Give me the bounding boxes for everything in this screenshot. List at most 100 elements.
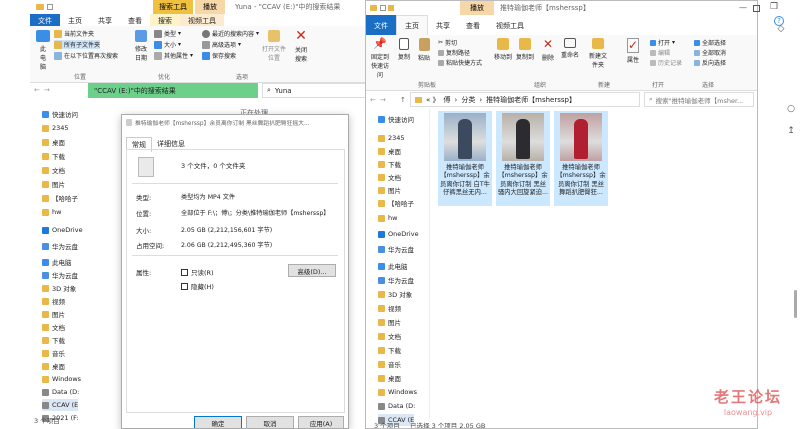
nav-item[interactable]: 图片: [42, 178, 65, 190]
cut-button[interactable]: ✂ 剪切: [438, 38, 457, 47]
file-item[interactable]: 推特瑜伽老师【msherssp】余员离你订制 白T牛仔裤黑丝无内...: [438, 111, 492, 206]
nav-item[interactable]: 快速访问: [378, 113, 414, 125]
sidebar-pin-icon[interactable]: ↥: [786, 126, 796, 136]
nav-item[interactable]: 视频: [42, 295, 65, 307]
nav-item[interactable]: 下载: [378, 344, 401, 356]
file-item[interactable]: 推特瑜伽老师【msherssp】余员离你订制 黑丝舞蹈扒肥臀狂...: [554, 111, 608, 206]
copy-to-button[interactable]: 复制到: [516, 38, 534, 61]
breadcrumb[interactable]: « 》 傅 › 分类 › 推特瑜伽老师【msherssp】: [410, 92, 640, 107]
nav-item[interactable]: 视频: [378, 302, 401, 314]
nav-item[interactable]: 桌面: [378, 372, 401, 384]
delete-button[interactable]: ✕ 删除: [542, 38, 554, 63]
tab-home[interactable]: 主页: [396, 15, 428, 35]
tab-video-tools[interactable]: 视频工具: [488, 15, 532, 35]
nav-item[interactable]: 图片: [42, 308, 65, 320]
invert-selection-button[interactable]: 反向选择: [694, 58, 726, 67]
computer-button[interactable]: 此电脑: [36, 30, 50, 71]
nav-item[interactable]: Data (D:: [42, 386, 79, 398]
tab-search[interactable]: 搜索: [150, 14, 180, 26]
advanced-options-button[interactable]: 高级选项 ▾: [202, 40, 241, 49]
paste-shortcut-button[interactable]: 粘贴快捷方式: [438, 58, 482, 67]
qat-icon[interactable]: [47, 4, 53, 10]
breadcrumb-item[interactable]: 傅: [444, 95, 451, 105]
edit-button[interactable]: 编辑: [650, 48, 670, 57]
nav-back-icon[interactable]: ←: [370, 96, 376, 104]
nav-item[interactable]: 【哈哈子: [378, 197, 414, 209]
nav-item[interactable]: 桌面: [42, 136, 65, 148]
nav-item[interactable]: 文档: [378, 171, 401, 183]
nav-forward-icon[interactable]: →: [380, 96, 386, 104]
ok-button[interactable]: 确定: [194, 416, 242, 428]
nav-item[interactable]: 此电脑: [42, 256, 72, 268]
tab-file[interactable]: 文件: [30, 14, 60, 26]
minimize-icon[interactable]: —: [739, 3, 747, 12]
nav-item[interactable]: 3D 对象: [378, 288, 412, 300]
sidebar-doc-icon[interactable]: ❐: [769, 2, 779, 12]
tab-file[interactable]: 文件: [366, 15, 396, 35]
recent-searches-button[interactable]: 最近的搜索内容 ▾: [202, 29, 259, 38]
properties-button[interactable]: ✓ 属性: [627, 38, 640, 64]
type-button[interactable]: 类型 ▾: [154, 29, 181, 38]
move-to-button[interactable]: 移动到: [494, 38, 512, 61]
open-button[interactable]: 打开 ▾: [650, 38, 675, 47]
breadcrumb-item[interactable]: 推特瑜伽老师【msherssp】: [486, 95, 576, 105]
qat-icon[interactable]: [388, 5, 394, 11]
search-box[interactable]: ⌕ 搜索"推特瑜伽老师【msher...: [644, 92, 754, 107]
nav-item[interactable]: Windows: [42, 373, 81, 385]
nav-item[interactable]: 音乐: [42, 347, 65, 359]
qat-icon[interactable]: [380, 5, 386, 11]
nav-item[interactable]: 华为云盘: [378, 243, 414, 255]
nav-item[interactable]: 华为云盘: [378, 274, 414, 286]
nav-back-icon[interactable]: ←: [34, 86, 40, 94]
nav-item[interactable]: 图片: [378, 316, 401, 328]
rename-button[interactable]: 重命名: [561, 38, 579, 59]
tab-home[interactable]: 主页: [60, 14, 90, 26]
hidden-checkbox[interactable]: 隐藏(H): [181, 281, 214, 291]
nav-item[interactable]: 【哈哈子: [42, 192, 78, 204]
tab-video-tools[interactable]: 视频工具: [180, 14, 224, 26]
nav-item[interactable]: 文档: [42, 164, 65, 176]
nav-up-icon[interactable]: ↑: [400, 96, 406, 104]
search-box[interactable]: ⌕ Yuna: [262, 83, 368, 98]
sidebar-copy-icon[interactable]: ◇: [776, 24, 786, 34]
nav-item[interactable]: 2345: [378, 132, 405, 144]
date-modified-button[interactable]: 修改日期: [134, 30, 148, 62]
size-button[interactable]: 大小 ▾: [154, 40, 181, 49]
close-search-button[interactable]: ✕ 关闭搜索: [294, 29, 308, 63]
copy-button[interactable]: 复制: [398, 38, 410, 61]
nav-item[interactable]: 图片: [378, 184, 401, 196]
nav-item[interactable]: Windows: [378, 386, 417, 398]
nav-item[interactable]: 华为云盘: [42, 240, 78, 252]
nav-item[interactable]: 下载: [42, 150, 65, 162]
nav-item[interactable]: 桌面: [42, 360, 65, 372]
tab-view[interactable]: 查看: [120, 14, 150, 26]
select-all-button[interactable]: 全部选择: [694, 38, 726, 47]
nav-item[interactable]: CCAV (E: [42, 399, 79, 411]
nav-item[interactable]: 华为云盘: [42, 269, 78, 281]
open-file-location-button[interactable]: 打开文件位置: [262, 30, 286, 62]
address-bar[interactable]: "CCAV (E:)"中的搜索结果: [88, 83, 258, 98]
new-folder-button[interactable]: 新建文件夹: [588, 38, 608, 69]
nav-item[interactable]: 快速访问: [42, 108, 78, 120]
sidebar-search-icon[interactable]: ○: [786, 104, 796, 114]
nav-item[interactable]: 下载: [42, 334, 65, 346]
readonly-checkbox[interactable]: 只读(R): [181, 267, 214, 277]
tab-share[interactable]: 共享: [428, 15, 458, 35]
nav-item[interactable]: 2345: [42, 122, 69, 134]
file-item[interactable]: 推特瑜伽老师【msherssp】余员离你订制 黑丝骚内大回旋紧迫...: [496, 111, 550, 206]
current-folder-button[interactable]: 当前文件夹: [54, 29, 94, 38]
pin-quick-access-button[interactable]: 📌 固定到快速访问: [369, 38, 391, 80]
nav-item[interactable]: Data (D:: [378, 400, 415, 412]
nav-item[interactable]: 下载: [378, 158, 401, 170]
nav-item[interactable]: 此电脑: [378, 260, 408, 272]
select-none-button[interactable]: 全部取消: [694, 48, 726, 57]
cancel-button[interactable]: 取消: [246, 416, 294, 428]
nav-item[interactable]: hw: [42, 206, 61, 218]
breadcrumb-item[interactable]: 分类: [461, 95, 475, 105]
nav-item[interactable]: 桌面: [378, 145, 401, 157]
advanced-button[interactable]: 高级(D)...: [288, 264, 336, 277]
maximize-icon[interactable]: [753, 5, 760, 12]
paste-button[interactable]: 粘贴: [418, 38, 430, 62]
other-properties-button[interactable]: 其他属性 ▾: [154, 51, 193, 60]
nav-forward-icon[interactable]: →: [44, 86, 50, 94]
